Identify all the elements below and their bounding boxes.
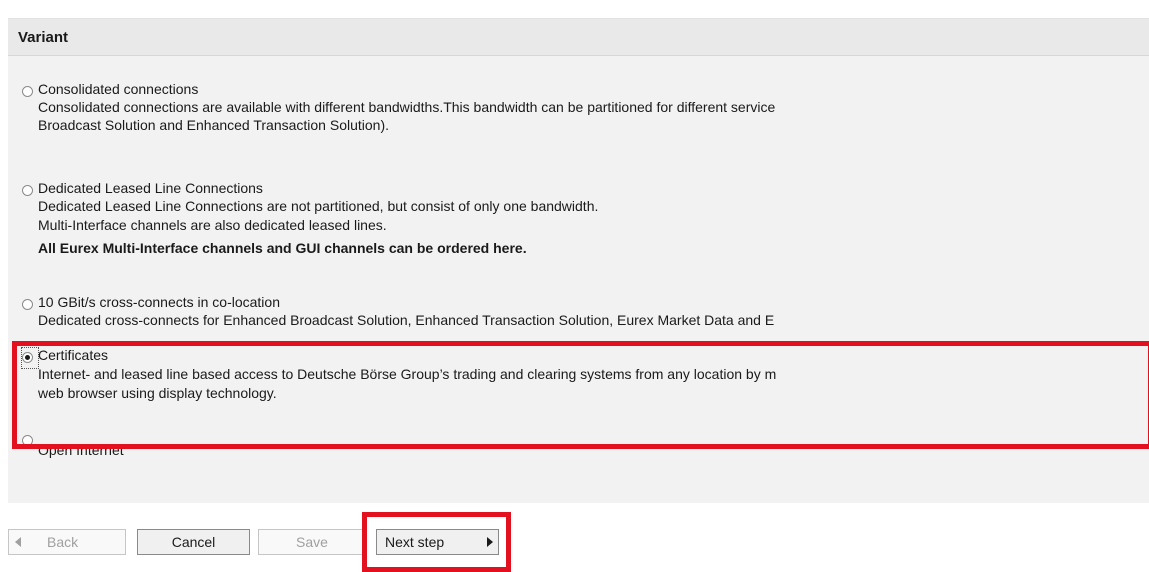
radio-consolidated-connections[interactable]: [22, 86, 33, 97]
radio-dedicated-leased-line[interactable]: [22, 185, 33, 196]
page: Variant Consolidated connections Consoli…: [0, 0, 1149, 572]
back-button[interactable]: Back: [8, 529, 126, 555]
option-description: Dedicated Leased Line Connections are no…: [38, 198, 599, 214]
chevron-left-icon: [15, 537, 21, 547]
highlight-certificates: [12, 341, 1149, 449]
option-dedicated-leased-line: Dedicated Leased Line Connections Dedica…: [8, 177, 1149, 287]
highlight-next-step: [362, 512, 511, 572]
radio-cross-connects[interactable]: [22, 299, 33, 310]
cancel-button[interactable]: Cancel: [137, 529, 250, 555]
option-title[interactable]: 10 GBit/s cross-connects in co-location: [38, 294, 280, 310]
back-label: Back: [47, 534, 79, 550]
panel-header: Variant: [8, 19, 1149, 56]
option-description: Multi-Interface channels are also dedica…: [38, 217, 387, 233]
save-label: Save: [296, 534, 328, 550]
option-description: Consolidated connections are available w…: [38, 99, 776, 115]
save-button[interactable]: Save: [258, 529, 366, 555]
option-consolidated-connections: Consolidated connections Consolidated co…: [8, 77, 1149, 157]
option-note: All Eurex Multi-Interface channels and G…: [38, 240, 527, 256]
option-description: Broadcast Solution and Enhanced Transact…: [38, 117, 390, 133]
option-title[interactable]: Dedicated Leased Line Connections: [38, 180, 263, 196]
option-description: Dedicated cross-connects for Enhanced Br…: [38, 312, 775, 328]
option-cross-connects: 10 GBit/s cross-connects in co-location …: [8, 291, 1149, 341]
panel-title: Variant: [18, 29, 69, 46]
option-title[interactable]: Consolidated connections: [38, 81, 198, 97]
cancel-label: Cancel: [171, 534, 216, 550]
